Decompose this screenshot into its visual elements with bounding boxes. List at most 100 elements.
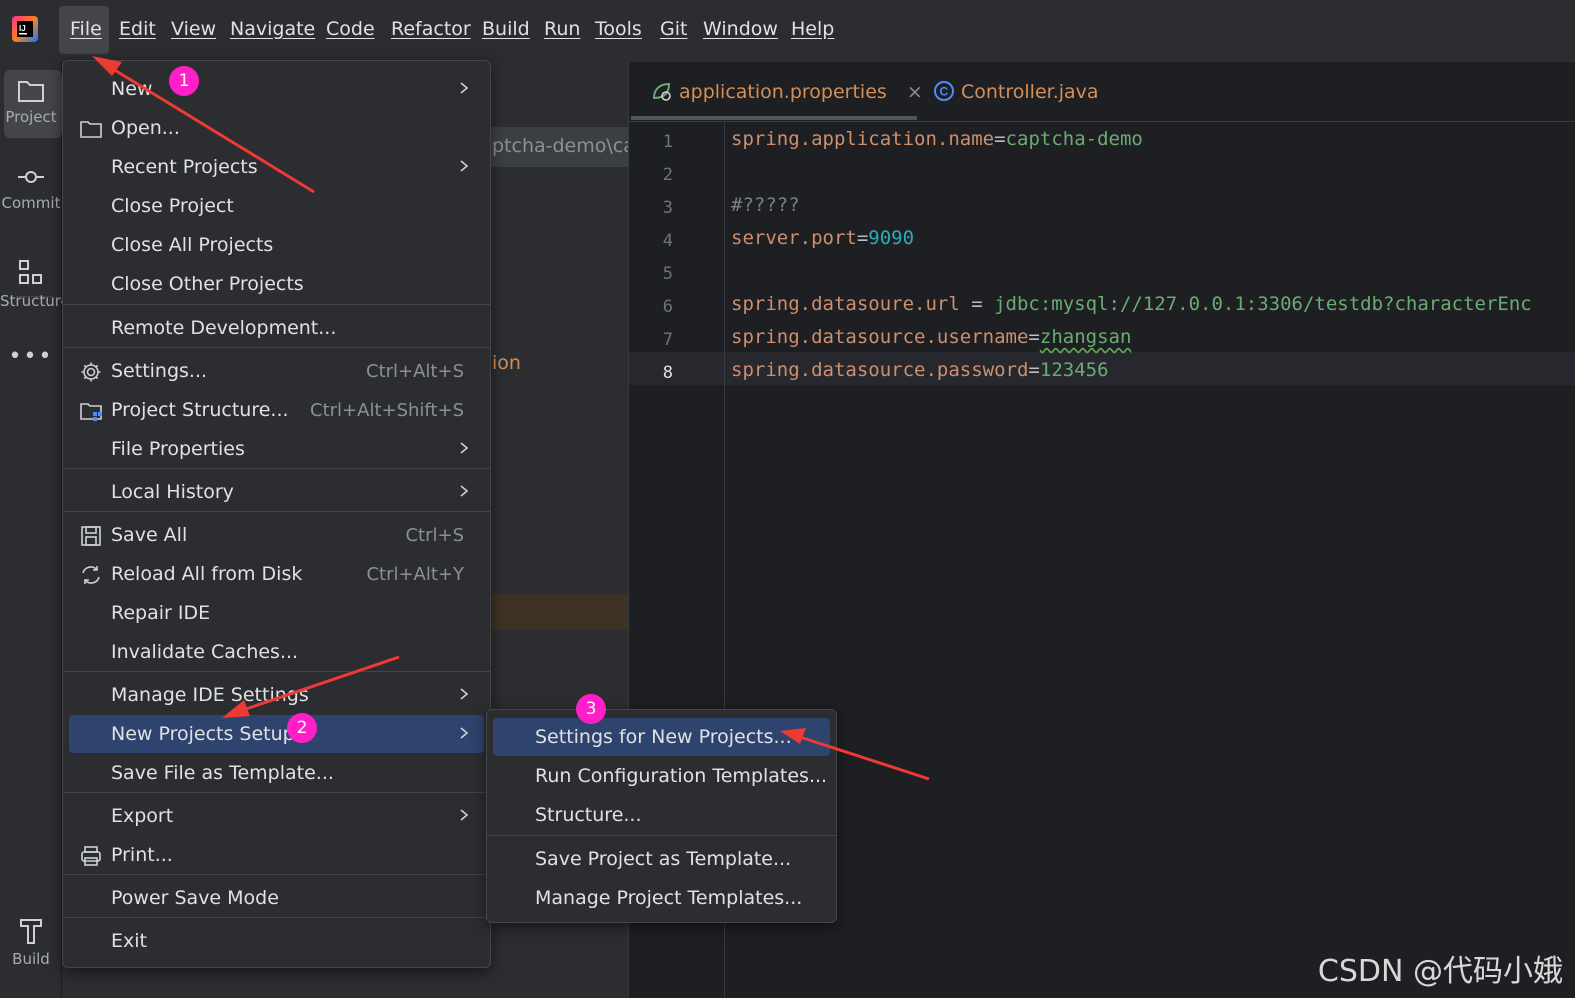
menu-item-label: New [111,78,153,100]
folder-icon [18,81,44,102]
menu-item-settings-for-new-projects[interactable]: Settings for New Projects... [493,718,830,756]
menu-item-reload-all-from-disk[interactable]: Reload All from Disk Ctrl+Alt+Y [63,555,490,593]
reload-icon [82,566,100,584]
close-tab-icon[interactable]: × [907,81,923,103]
menu-item-repair-ide[interactable]: Repair IDE [63,594,490,632]
menu-item-label: Project Structure... [111,399,289,421]
intellij-logo-icon[interactable]: IJ [11,14,39,44]
menu-item-save-all[interactable]: Save All Ctrl+S [63,516,490,554]
menu-window[interactable]: Window [703,18,778,40]
menu-item-project-structure[interactable]: Project Structure... Ctrl+Alt+Shift+S [63,391,490,429]
code-line[interactable]: spring.datasoure.url = jdbc:mysql://127.… [731,293,1532,315]
menu-item-label: Repair IDE [111,602,211,624]
menu-view[interactable]: View [171,18,216,40]
menu-item-invalidate-caches[interactable]: Invalidate Caches... [63,633,490,671]
menu-item-label: Open... [111,117,180,139]
annotation-badge: 1 [169,66,199,96]
property-value: captcha-demo [1005,128,1143,150]
menu-item-manage-project-templates[interactable]: Manage Project Templates... [487,879,836,917]
tab-label: Controller.java [961,81,1099,103]
commit-tool-button[interactable]: Commit [0,164,62,212]
menu-item-run-configuration-templates[interactable]: Run Configuration Templates... [487,757,836,795]
menu-item-label: Power Save Mode [111,887,279,909]
folder-icon [80,121,102,138]
more-tools-icon[interactable]: ••• [0,344,62,369]
menu-item-save-project-as-template[interactable]: Save Project as Template... [487,840,836,878]
menu-item-exit[interactable]: Exit [63,922,490,960]
file-menu-popup: New Open... Recent Projects Close Projec… [62,60,491,968]
menu-item-new[interactable]: New [63,70,490,108]
menu-code[interactable]: Code [326,18,375,40]
svg-text:C: C [940,85,949,99]
menu-run[interactable]: Run [544,18,580,40]
build-tool-button[interactable]: Build [0,916,62,968]
code-line[interactable]: #????? [731,194,800,216]
menu-item-settings[interactable]: Settings... Ctrl+Alt+S [63,352,490,390]
menu-item-structure[interactable]: Structure... [487,796,836,834]
menu-separator [63,917,490,918]
menu-item-label: Remote Development... [111,317,337,339]
menu-item-file-properties[interactable]: File Properties [63,430,490,468]
menu-item-label: Run Configuration Templates... [535,765,828,787]
property-separator: = [1028,326,1040,348]
property-separator: = [994,128,1006,150]
code-line[interactable]: spring.datasource.username=zhangsan [731,326,1131,348]
chevron-right-icon [460,160,469,172]
menu-item-label: Manage Project Templates... [535,887,803,909]
menu-item-export[interactable]: Export [63,797,490,835]
menu-item-save-file-as-template[interactable]: Save File as Template... [63,754,490,792]
menu-item-label: Exit [111,930,147,952]
menu-item-label: Save Project as Template... [535,848,792,870]
menu-item-label: Structure... [535,804,642,826]
menu-item-local-history[interactable]: Local History [63,473,490,511]
structure-tool-label: Structure [0,292,70,310]
property-key: spring.datasource.username [731,326,1029,348]
menu-item-label: Save All [111,524,188,546]
chevron-right-icon [460,727,469,739]
menu-item-close-other-projects[interactable]: Close Other Projects [63,265,490,303]
menu-item-recent-projects[interactable]: Recent Projects [63,148,490,186]
property-separator: = [1028,359,1040,381]
hammer-icon [20,919,42,944]
menu-item-manage-ide-settings[interactable]: Manage IDE Settings [63,676,490,714]
tab-controller-java[interactable]: C Controller.java [933,80,1099,103]
menu-item-new-projects-setup[interactable]: New Projects Setup [69,715,484,753]
project-tool-button[interactable]: Project [0,78,62,126]
editor-tab-bar: application.properties × C Controller.jav… [629,62,1575,122]
menu-separator [63,874,490,875]
menu-build[interactable]: Build [482,18,530,40]
structure-tool-button[interactable]: Structure [0,258,70,310]
menu-item-label: Print... [111,844,173,866]
code-line[interactable]: server.port=9090 [731,227,914,249]
annotation-badge: 2 [287,713,317,743]
property-comment: #????? [731,194,800,216]
menu-file[interactable]: File [70,18,102,40]
chevron-right-icon [460,809,469,821]
print-icon [81,846,101,866]
menu-item-print[interactable]: Print... [63,836,490,874]
code-line-current[interactable]: spring.datasource.password=123456 [731,359,1109,381]
menu-navigate[interactable]: Navigate [230,18,315,40]
property-key: server.port [731,227,857,249]
property-separator: = [959,293,995,315]
menu-refactor[interactable]: Refactor [391,18,471,40]
menu-item-label: File Properties [111,438,245,460]
annotation-badge: 3 [576,694,606,724]
menu-help[interactable]: Help [791,18,834,40]
svg-text:IJ: IJ [19,24,26,33]
menu-item-close-all-projects[interactable]: Close All Projects [63,226,490,264]
menu-tools[interactable]: Tools [595,18,642,40]
project-path-fragment: ptcha-demo\cap [490,127,628,167]
menu-item-close-project[interactable]: Close Project [63,187,490,225]
tab-application-properties[interactable]: application.properties × [651,80,923,103]
menu-item-power-save-mode[interactable]: Power Save Mode [63,879,490,917]
watermark: CSDN @代码小娥 [1317,954,1563,989]
menu-git[interactable]: Git [660,18,687,40]
properties-file-icon [652,82,671,101]
menu-item-remote-development[interactable]: Remote Development... [63,309,490,347]
menu-item-label: Invalidate Caches... [111,641,299,663]
menu-edit[interactable]: Edit [119,18,156,40]
code-line[interactable]: spring.application.name=captcha-demo [731,128,1143,150]
chevron-right-icon [460,688,469,700]
menu-item-open[interactable]: Open... [63,109,490,147]
